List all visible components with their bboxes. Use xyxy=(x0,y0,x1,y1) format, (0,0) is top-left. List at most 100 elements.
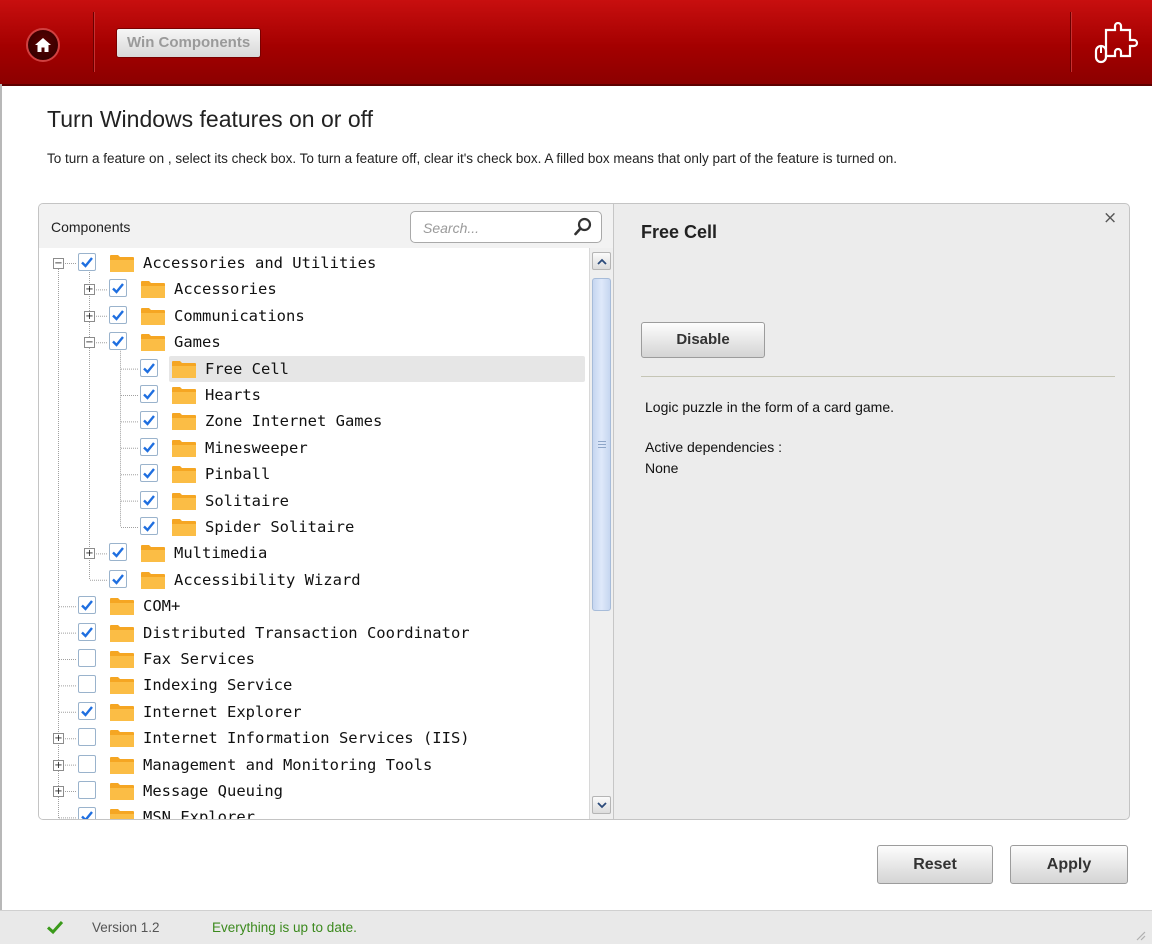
search-box[interactable] xyxy=(410,211,602,243)
tree-item[interactable]: + Accessories xyxy=(39,276,587,302)
tree-item-checkbox[interactable] xyxy=(140,437,158,456)
tree-item-label: Spider Solitaire xyxy=(205,518,355,536)
tree-item-checkbox[interactable] xyxy=(109,332,127,351)
tree-item[interactable]: Zone Internet Games xyxy=(39,408,587,434)
folder-icon xyxy=(172,413,196,431)
tree-item-checkbox[interactable] xyxy=(140,464,158,483)
folder-icon xyxy=(172,492,196,510)
home-button[interactable] xyxy=(26,28,60,62)
tree-item[interactable]: MSN Explorer xyxy=(39,804,587,819)
apply-button[interactable]: Apply xyxy=(1010,845,1128,884)
tree-item-checkbox[interactable] xyxy=(109,279,127,298)
checkmark-icon xyxy=(81,706,93,717)
tree-item-label: Message Queuing xyxy=(143,782,283,800)
magnifier-icon[interactable] xyxy=(573,217,593,237)
expand-icon[interactable]: + xyxy=(53,733,64,745)
tree-item[interactable]: + Management and Monitoring Tools xyxy=(39,752,587,778)
tree-item[interactable]: Free Cell xyxy=(140,355,585,382)
home-icon xyxy=(35,38,51,52)
components-panel: Components − Accessories and Utilities + Ac… xyxy=(38,203,1130,820)
checkmark-icon xyxy=(81,257,93,268)
checkmark-icon xyxy=(143,442,155,453)
tree-item[interactable]: Distributed Transaction Coordinator xyxy=(39,620,587,646)
folder-icon xyxy=(110,677,134,695)
tree-item[interactable]: + Internet Information Services (IIS) xyxy=(39,725,587,751)
tree-item[interactable]: + Message Queuing xyxy=(39,778,587,804)
tree-item[interactable]: Indexing Service xyxy=(39,672,587,698)
checkmark-icon xyxy=(112,547,124,559)
folder-icon xyxy=(141,281,165,299)
scrollbar-thumb[interactable] xyxy=(592,278,611,611)
tree-item-checkbox[interactable] xyxy=(78,649,96,667)
expand-icon[interactable]: + xyxy=(53,786,64,797)
tree-item[interactable]: Fax Services xyxy=(39,646,587,672)
folder-icon xyxy=(110,703,134,721)
tree-item[interactable]: Hearts xyxy=(39,382,587,408)
detail-title: Free Cell xyxy=(641,222,718,242)
tree-item[interactable]: Pinball xyxy=(39,461,587,487)
reset-button[interactable]: Reset xyxy=(877,845,993,884)
scroll-down-button[interactable] xyxy=(592,796,611,814)
puzzle-mouse-icon[interactable] xyxy=(1090,22,1140,72)
tree-item-checkbox[interactable] xyxy=(140,411,158,430)
tree-item-checkbox[interactable] xyxy=(78,675,96,694)
tree-item-checkbox[interactable] xyxy=(78,754,96,773)
expand-icon[interactable]: + xyxy=(84,310,95,322)
dependencies-label: Active dependencies : xyxy=(645,439,782,455)
collapse-icon[interactable]: − xyxy=(84,337,95,349)
scrollbar-grip xyxy=(598,441,606,442)
tree-item[interactable]: Solitaire xyxy=(39,488,587,514)
tree-item-checkbox[interactable] xyxy=(78,781,96,799)
tree-item-checkbox[interactable] xyxy=(78,807,96,819)
tree-item[interactable]: − Games xyxy=(39,329,587,355)
checkmark-icon xyxy=(112,283,124,295)
tree-item-checkbox[interactable] xyxy=(78,596,96,615)
components-column: Components − Accessories and Utilities + Ac… xyxy=(39,204,614,819)
tree-scrollbar[interactable] xyxy=(589,248,613,819)
tree-item[interactable]: Spider Solitaire xyxy=(39,514,587,540)
expand-icon[interactable]: + xyxy=(53,759,64,771)
header-divider xyxy=(93,12,94,72)
tree-item-checkbox[interactable] xyxy=(78,728,96,747)
tree-item[interactable]: Internet Explorer xyxy=(39,699,587,725)
scroll-up-button[interactable] xyxy=(592,252,611,270)
tree-item-checkbox[interactable] xyxy=(140,517,158,535)
tree-item[interactable]: COM+ xyxy=(39,593,587,619)
checkmark-icon xyxy=(143,494,155,506)
tree-item-checkbox[interactable] xyxy=(109,543,127,562)
close-icon[interactable]: × xyxy=(1103,208,1117,228)
tree-item-checkbox[interactable] xyxy=(140,385,158,403)
tree-item-checkbox[interactable] xyxy=(109,569,127,588)
expand-icon[interactable]: + xyxy=(84,284,95,296)
checkmark-icon xyxy=(112,310,124,321)
collapse-icon[interactable]: − xyxy=(53,258,64,269)
tree-item-checkbox[interactable] xyxy=(140,358,158,377)
tree-item[interactable]: − Accessories and Utilities xyxy=(39,250,587,276)
expand-icon[interactable]: + xyxy=(84,548,95,560)
tree-item-label: Distributed Transaction Coordinator xyxy=(143,623,470,642)
checkmark-icon xyxy=(143,468,155,479)
tree-item-checkbox[interactable] xyxy=(78,622,96,641)
folder-icon xyxy=(141,334,165,352)
checkmark-icon xyxy=(143,362,155,374)
search-input[interactable] xyxy=(421,215,575,241)
resize-grip-icon[interactable] xyxy=(1134,929,1146,941)
folder-icon xyxy=(141,307,165,325)
tree-item-checkbox[interactable] xyxy=(78,253,96,271)
tree-item-checkbox[interactable] xyxy=(109,305,127,324)
folder-icon xyxy=(110,730,134,748)
chevron-down-icon xyxy=(597,802,607,809)
tree-item-checkbox[interactable] xyxy=(140,490,158,509)
tree-item[interactable]: Accessibility Wizard xyxy=(39,567,587,593)
checkmark-icon xyxy=(143,521,155,532)
disable-button[interactable]: Disable xyxy=(641,322,765,358)
tree-item[interactable]: + Communications xyxy=(39,303,587,329)
top-header-bar: Win Components xyxy=(0,0,1152,86)
tree-item-label: COM+ xyxy=(143,597,181,616)
breadcrumb-win-components[interactable]: Win Components xyxy=(116,28,262,58)
folder-icon xyxy=(110,783,134,800)
tree-item[interactable]: Minesweeper xyxy=(39,435,587,461)
folder-icon xyxy=(110,809,134,819)
tree-item[interactable]: + Multimedia xyxy=(39,540,587,566)
tree-item-checkbox[interactable] xyxy=(78,701,96,720)
